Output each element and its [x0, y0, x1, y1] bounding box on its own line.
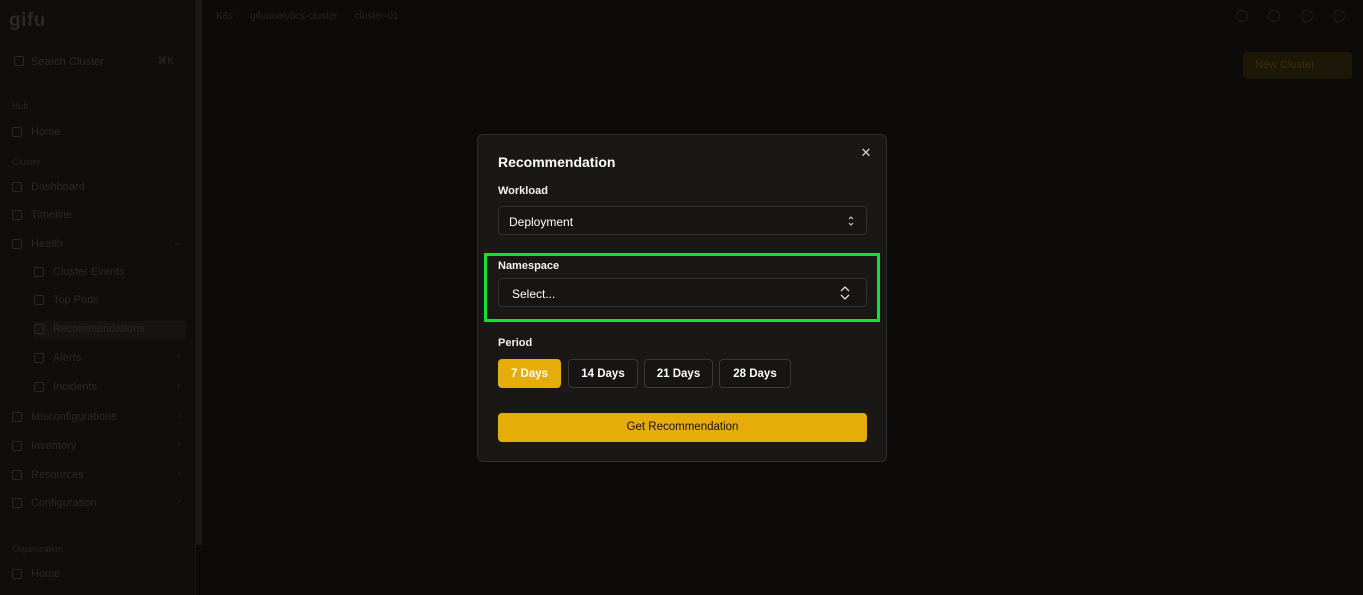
section-heading-cluster: Cluster	[12, 157, 41, 167]
shortcut-hint: ⌘K	[157, 56, 174, 67]
sidebar-scrollbar[interactable]	[196, 0, 202, 545]
sidebar-item-label: Misconfigurations	[31, 411, 117, 423]
message-icon	[34, 324, 44, 334]
get-recommendation-button[interactable]: Get Recommendation	[498, 413, 867, 442]
sidebar-item-cluster-events[interactable]: Cluster Events	[34, 264, 186, 282]
sidebar-item-recommendations[interactable]: Recommendations	[34, 321, 186, 339]
breadcrumb-item[interactable]: K8s	[216, 11, 233, 22]
alert-circle-icon	[34, 382, 44, 392]
sidebar-item-configuration[interactable]: Configuration ›	[12, 495, 187, 513]
moon-icon[interactable]	[1300, 10, 1313, 22]
home-icon	[12, 127, 22, 137]
bar-chart-icon	[34, 295, 44, 305]
sidebar: gifu Search Cluster ⌘K Hub Home Cluster …	[0, 0, 196, 595]
grid-icon[interactable]	[1268, 10, 1281, 22]
sidebar-item-label: Alerts	[53, 352, 82, 364]
period-option-14-days[interactable]: 14 Days	[568, 359, 638, 388]
period-option-7-days[interactable]: 7 Days	[498, 359, 561, 388]
breadcrumb-item[interactable]: cluster-01	[355, 11, 399, 22]
sidebar-item-incidents[interactable]: Incidents ›	[34, 379, 186, 397]
period-label: Period	[498, 337, 533, 349]
breadcrumb: K8s gifuanalytics-cluster cluster-01	[216, 11, 413, 22]
chevron-right-icon: ›	[176, 351, 180, 362]
sidebar-item-org-home[interactable]: Home	[12, 566, 187, 584]
period-option-28-days[interactable]: 28 Days	[719, 359, 791, 388]
workload-value: Deployment	[509, 215, 574, 229]
sidebar-item-label: Inventory	[31, 440, 77, 452]
sidebar-item-misconfigurations[interactable]: Misconfigurations ›	[12, 409, 187, 427]
sidebar-item-label: Health	[31, 238, 63, 250]
sidebar-item-top-pods[interactable]: Top Pods	[34, 292, 186, 310]
sidebar-item-label: Cluster Events	[53, 266, 125, 278]
calendar-icon	[34, 267, 44, 277]
chevron-right-icon: ›	[177, 496, 181, 507]
chevron-right-icon: ›	[177, 468, 181, 479]
sidebar-item-label: Home	[31, 126, 61, 138]
sidebar-item-label: Recommendations	[53, 323, 145, 335]
chevron-right-icon: ›	[176, 380, 180, 391]
timeline-icon	[12, 210, 22, 220]
workload-label: Workload	[498, 185, 548, 197]
settings-icon	[12, 498, 22, 508]
close-icon[interactable]: ✕	[860, 146, 872, 159]
sidebar-item-home[interactable]: Home	[12, 124, 187, 142]
sidebar-item-label: Top Pods	[53, 294, 99, 306]
sidebar-item-resources[interactable]: Resources ›	[12, 467, 187, 485]
sidebar-item-label: Home	[31, 568, 61, 580]
layers-icon	[12, 470, 22, 480]
period-option-21-days[interactable]: 21 Days	[644, 359, 713, 388]
cluster-search[interactable]: Search Cluster ⌘K	[14, 55, 182, 71]
sidebar-item-dashboard[interactable]: Dashboard	[12, 179, 187, 197]
sidebar-item-label: Configuration	[31, 497, 97, 509]
sidebar-item-label: Timeline	[31, 209, 73, 221]
help-icon[interactable]	[1235, 10, 1248, 22]
chevron-down-icon: ⌄	[172, 237, 181, 248]
sidebar-item-alerts[interactable]: Alerts ›	[34, 350, 186, 368]
cluster-icon	[14, 56, 24, 66]
dialog-title: Recommendation	[498, 154, 616, 170]
section-heading-hub: Hub	[12, 101, 29, 111]
section-heading-organization: Organization	[12, 544, 64, 554]
sidebar-item-label: Dashboard	[31, 181, 85, 193]
new-cluster-button[interactable]: New Cluster	[1243, 52, 1352, 79]
topbar-icons	[1220, 9, 1345, 27]
pulse-icon	[12, 239, 22, 249]
chevron-right-icon: ›	[177, 439, 181, 450]
chevron-up-down-icon	[848, 216, 854, 226]
app-root: gifu Search Cluster ⌘K Hub Home Cluster …	[0, 0, 1363, 595]
sidebar-item-label: Resources	[31, 469, 84, 481]
breadcrumb-item[interactable]: gifuanalytics-cluster	[250, 11, 338, 22]
user-avatar-icon[interactable]	[1333, 10, 1345, 22]
workload-select[interactable]: Deployment	[498, 206, 867, 235]
bell-icon	[34, 353, 44, 363]
namespace-highlight-box	[484, 253, 880, 322]
sidebar-item-inventory[interactable]: Inventory ›	[12, 438, 187, 456]
home-icon	[12, 569, 22, 579]
box-icon	[12, 441, 22, 451]
app-logo: gifu	[9, 10, 46, 31]
sidebar-item-health[interactable]: Health ⌄	[12, 236, 187, 254]
sidebar-item-label: Incidents	[53, 381, 98, 393]
dashboard-icon	[12, 182, 22, 192]
warning-icon	[12, 412, 22, 422]
sidebar-item-timeline[interactable]: Timeline	[12, 207, 187, 225]
cluster-search-label: Search Cluster	[31, 56, 104, 68]
chevron-right-icon: ›	[177, 410, 181, 421]
